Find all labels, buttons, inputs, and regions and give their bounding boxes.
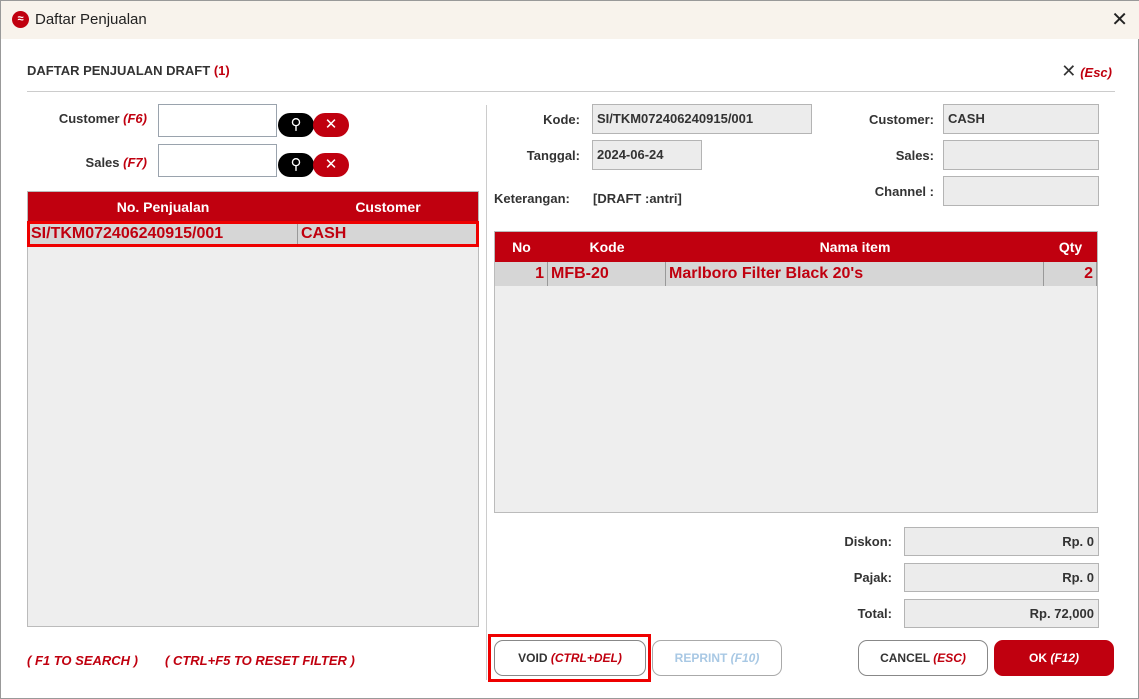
divider [486, 105, 487, 680]
customer-filter-label: Customer (F6) [58, 111, 147, 126]
items-table: No Kode Nama item Qty 1 MFB-20 Marlboro … [494, 231, 1098, 513]
app-logo-icon: ≈ [12, 11, 29, 28]
kode-label: Kode: [543, 112, 580, 127]
ok-button[interactable]: OK (F12) [994, 640, 1114, 676]
draft-list-table: No. Penjualan Customer SI/TKM07240624091… [27, 191, 479, 627]
sales-field [943, 140, 1099, 170]
page-title-text: DAFTAR PENJUALAN DRAFT [27, 63, 211, 78]
customer-filter-input[interactable] [158, 104, 277, 137]
tanggal-label: Tanggal: [526, 148, 580, 163]
sales-clear-button[interactable]: ✕ [313, 153, 349, 177]
pajak-field: Rp. 0 [904, 563, 1099, 592]
esc-hint: (Esc) [1080, 65, 1112, 80]
cell-no: 1 [495, 262, 548, 286]
table-row[interactable]: 1 MFB-20 Marlboro Filter Black 20's 2 [495, 262, 1097, 286]
void-button[interactable]: VOID (CTRL+DEL) [494, 640, 646, 676]
column-header[interactable]: Nama item [666, 239, 1044, 255]
customer-field: CASH [943, 104, 1099, 134]
x-icon: ✕ [324, 116, 338, 133]
pajak-label: Pajak: [853, 570, 892, 585]
column-header[interactable]: Customer [298, 199, 478, 215]
customer-clear-button[interactable]: ✕ [313, 113, 349, 137]
cell-kode: MFB-20 [548, 262, 666, 286]
tanggal-field: 2024-06-24 [592, 140, 702, 170]
search-hint: ( F1 TO SEARCH ) [27, 653, 138, 668]
sales-label: Sales: [895, 148, 934, 163]
column-header[interactable]: No [495, 239, 548, 255]
search-icon: ⚲ [290, 156, 302, 173]
customer-label: Customer: [868, 112, 934, 127]
keterangan-label: Keterangan: [494, 191, 570, 206]
x-icon: ✕ [324, 156, 338, 173]
reprint-button[interactable]: REPRINT (F10) [652, 640, 782, 676]
kode-field: SI/TKM072406240915/001 [592, 104, 812, 134]
customer-search-button[interactable]: ⚲ [278, 113, 314, 137]
window-close-icon[interactable]: ✕ [1111, 7, 1128, 32]
column-header[interactable]: No. Penjualan [28, 199, 298, 215]
cell-qty: 2 [1044, 262, 1097, 286]
cancel-button[interactable]: CANCEL (ESC) [858, 640, 988, 676]
window-title: Daftar Penjualan [35, 11, 147, 28]
table-header: No. Penjualan Customer [28, 192, 478, 222]
page-title: DAFTAR PENJUALAN DRAFT (1) [27, 63, 230, 78]
table-row[interactable]: SI/TKM072406240915/001 CASH [27, 221, 479, 247]
cell-no-penjualan: SI/TKM072406240915/001 [28, 222, 298, 246]
cell-customer: CASH [301, 225, 347, 242]
sales-filter-label: Sales (F7) [85, 155, 147, 170]
table-header: No Kode Nama item Qty [495, 232, 1097, 262]
cell-nama-item: Marlboro Filter Black 20's [666, 262, 1044, 286]
sales-filter-input[interactable] [158, 144, 277, 177]
column-header[interactable]: Kode [548, 239, 666, 255]
diskon-label: Diskon: [844, 534, 892, 549]
column-header[interactable]: Qty [1044, 239, 1097, 255]
draft-count: (1) [213, 63, 230, 78]
keterangan-value: [DRAFT :antri] [593, 191, 682, 206]
esc-close-button[interactable]: ✕ (Esc) [1061, 61, 1112, 82]
sales-search-button[interactable]: ⚲ [278, 153, 314, 177]
channel-field [943, 176, 1099, 206]
close-icon: ✕ [1061, 61, 1077, 81]
search-icon: ⚲ [290, 116, 302, 133]
channel-label: Channel : [874, 184, 934, 199]
diskon-field: Rp. 0 [904, 527, 1099, 556]
total-field: Rp. 72,000 [904, 599, 1099, 628]
total-label: Total: [857, 606, 892, 621]
title-bar: ≈ Daftar Penjualan ✕ [1, 1, 1139, 39]
divider [27, 91, 1115, 92]
reset-hint: ( CTRL+F5 TO RESET FILTER ) [165, 653, 355, 668]
